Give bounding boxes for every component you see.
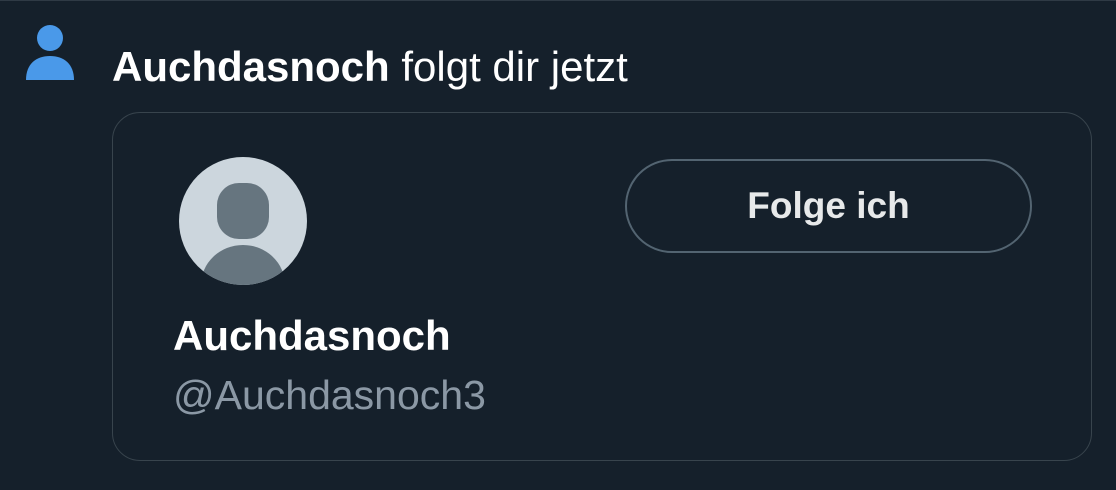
divider (0, 0, 1116, 1)
user-display-name[interactable]: Auchdasnoch (173, 309, 451, 363)
following-button[interactable]: Folge ich (625, 159, 1032, 253)
default-avatar-icon[interactable] (179, 157, 307, 285)
person-follow-icon (24, 24, 80, 82)
actor-name-link[interactable]: Auchdasnoch (112, 43, 390, 90)
notification-headline: Auchdasnoch folgt dir jetzt (112, 38, 628, 96)
follow-notification[interactable]: Auchdasnoch folgt dir jetzt Folge ich Au… (0, 0, 1116, 490)
action-text: folgt dir jetzt (389, 43, 628, 90)
user-card[interactable]: Folge ich Auchdasnoch @Auchdasnoch3 (112, 112, 1092, 461)
user-handle[interactable]: @Auchdasnoch3 (173, 369, 486, 421)
